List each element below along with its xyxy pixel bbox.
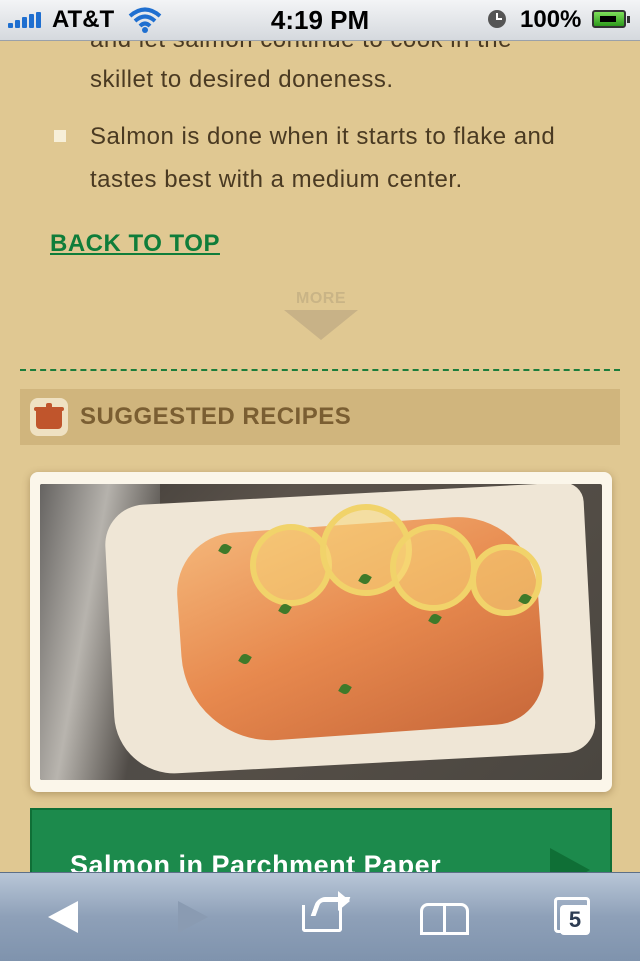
suggested-recipes-header: SUGGESTED RECIPES — [20, 389, 620, 445]
alarm-clock-icon — [488, 10, 506, 28]
status-bar: AT&T 4:19 PM 100% — [0, 0, 640, 41]
page-content: and let salmon continue to cook in the s… — [0, 0, 640, 960]
tabs-icon[interactable]: 5 — [546, 893, 606, 941]
more-label: MORE — [296, 290, 346, 307]
recipe-photo[interactable] — [40, 484, 602, 780]
more-arrow-icon — [284, 310, 358, 340]
battery-percent: 100% — [520, 6, 582, 33]
bullet-marker — [54, 130, 66, 142]
divider — [20, 369, 620, 371]
recipe-photo-frame[interactable] — [30, 472, 612, 792]
pot-icon — [30, 398, 68, 436]
more-button[interactable]: MORE — [284, 290, 358, 340]
browser-toolbar: 5 — [0, 872, 640, 961]
back-icon[interactable] — [40, 893, 100, 941]
tab-count: 5 — [560, 905, 590, 935]
section-title: SUGGESTED RECIPES — [80, 403, 352, 430]
battery-icon — [592, 10, 630, 28]
share-icon[interactable] — [296, 891, 356, 941]
forward-icon[interactable] — [170, 893, 230, 941]
bookmarks-icon[interactable] — [416, 893, 476, 941]
back-to-top-link[interactable]: BACK TO TOP — [50, 230, 220, 258]
bullet-item: Salmon is done when it starts to flake a… — [90, 123, 556, 193]
article-text-line: skillet to desired doneness. — [90, 66, 394, 93]
